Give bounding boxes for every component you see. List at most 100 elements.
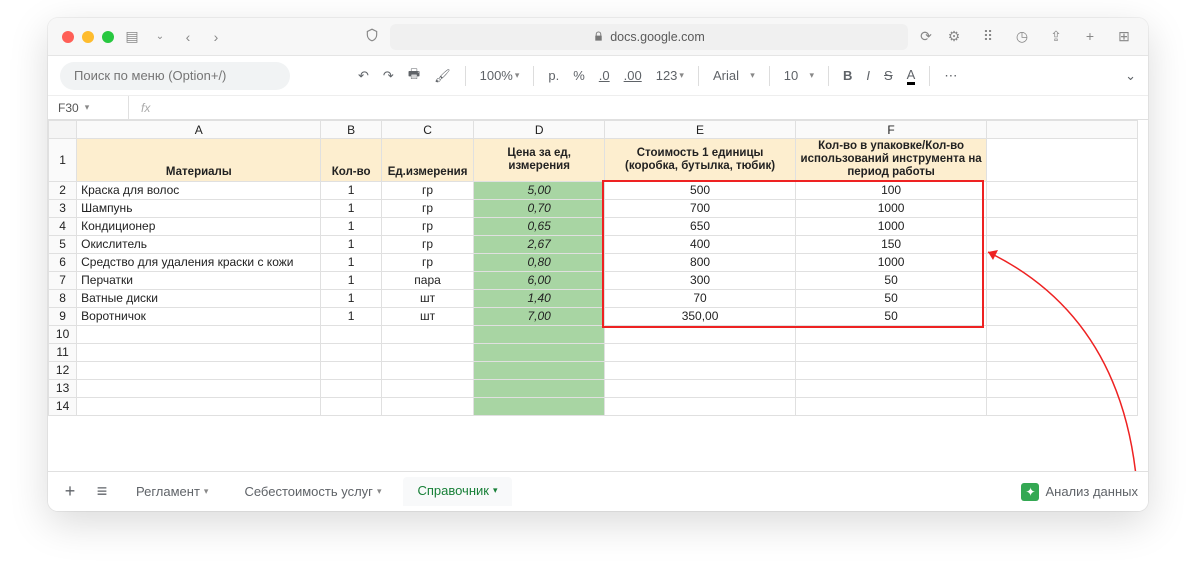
all-sheets-button[interactable]: ≡ [90,481,114,502]
cell[interactable] [987,253,1138,271]
chevron-down-icon[interactable]: ⌄ [150,31,170,42]
cell[interactable]: 1 [321,307,381,325]
cell[interactable]: 0,65 [474,217,605,235]
cell[interactable] [474,343,605,361]
col-header-c[interactable]: C [381,121,474,139]
col-header-e[interactable]: E [605,121,796,139]
cell[interactable] [77,361,321,379]
cell[interactable] [605,361,796,379]
cell[interactable] [796,343,987,361]
cell[interactable]: 100 [796,181,987,199]
reload-icon[interactable]: ⟳ [916,28,936,45]
cell[interactable]: Краска для волос [77,181,321,199]
cell[interactable]: 50 [796,271,987,289]
cell[interactable]: Средство для удаления краски с кожи [77,253,321,271]
cell[interactable] [77,343,321,361]
address-bar[interactable]: docs.google.com [390,24,908,50]
cell[interactable]: гр [381,199,474,217]
cell[interactable]: Перчатки [77,271,321,289]
sheet-tab-3[interactable]: Справочник ▾ [403,477,511,506]
cell[interactable] [605,325,796,343]
italic-button[interactable]: I [866,68,870,83]
formula-input[interactable] [150,96,1148,119]
col-header-f[interactable]: F [796,121,987,139]
paint-format-button[interactable]: 🖌 [434,68,451,84]
shield-icon[interactable] [362,28,382,45]
cell[interactable]: 150 [796,235,987,253]
cell[interactable] [987,307,1138,325]
cell[interactable]: 70 [605,289,796,307]
cell[interactable] [987,199,1138,217]
cell[interactable]: 400 [605,235,796,253]
bold-button[interactable]: B [843,68,852,83]
cell[interactable] [605,397,796,415]
fullscreen-window[interactable] [102,31,114,43]
cell[interactable]: 1 [321,289,381,307]
cell[interactable] [605,379,796,397]
decimal-increase-button[interactable]: .00 [624,68,642,83]
row-header[interactable]: 6 [49,253,77,271]
col-header-blank[interactable] [987,121,1138,139]
cell[interactable] [605,343,796,361]
select-all-corner[interactable] [49,121,77,139]
cell[interactable]: шт [381,307,474,325]
menu-search-input[interactable] [60,62,290,90]
cell[interactable] [987,397,1138,415]
cell[interactable]: 350,00 [605,307,796,325]
col-header-a[interactable]: A [77,121,321,139]
sheet-tab-2[interactable]: Себестоимость услуг ▾ [230,478,395,505]
row-header[interactable]: 9 [49,307,77,325]
print-button[interactable]: 🖶 [408,65,420,87]
cell[interactable] [987,271,1138,289]
cell[interactable]: гр [381,181,474,199]
cell[interactable]: 1 [321,271,381,289]
history-icon[interactable]: ◷ [1012,28,1032,45]
row-header[interactable]: 1 [49,139,77,182]
cell[interactable]: пара [381,271,474,289]
cell[interactable] [796,397,987,415]
row-header[interactable]: 11 [49,343,77,361]
toolbar-more-button[interactable]: ⋯ [944,68,957,84]
cell[interactable] [987,235,1138,253]
cell[interactable]: 1000 [796,199,987,217]
tabs-overview-icon[interactable]: ⊞ [1114,28,1134,45]
sheet-tab-1[interactable]: Регламент ▾ [122,478,222,505]
header-pack[interactable]: Кол-во в упаковке/Кол-во использований и… [796,139,987,182]
analysis-button[interactable]: ✦ Анализ данных [1021,483,1138,501]
sidebar-icon[interactable]: ▤ [122,28,142,45]
cell[interactable]: Кондиционер [77,217,321,235]
cell[interactable]: 0,80 [474,253,605,271]
add-sheet-button[interactable]: + [58,481,82,502]
row-header[interactable]: 5 [49,235,77,253]
cell[interactable] [796,361,987,379]
cell[interactable] [987,289,1138,307]
cell[interactable]: 6,00 [474,271,605,289]
strike-button[interactable]: S [884,68,893,83]
close-window[interactable] [62,31,74,43]
cell[interactable]: Воротничок [77,307,321,325]
cell[interactable]: 5,00 [474,181,605,199]
gear-icon[interactable]: ⚙ [944,28,964,45]
cell[interactable] [987,379,1138,397]
cell[interactable]: Окислитель [77,235,321,253]
cell[interactable] [474,361,605,379]
cell[interactable] [474,397,605,415]
cell[interactable] [987,181,1138,199]
percent-button[interactable]: % [573,68,585,83]
row-header[interactable]: 2 [49,181,77,199]
cell[interactable]: 1000 [796,217,987,235]
cell[interactable] [987,361,1138,379]
cell[interactable] [381,397,474,415]
decimal-decrease-button[interactable]: .0 [599,68,610,83]
cell[interactable] [77,325,321,343]
cell[interactable]: 1 [321,217,381,235]
row-header[interactable]: 12 [49,361,77,379]
cell[interactable] [987,343,1138,361]
cell[interactable]: 1 [321,199,381,217]
cell[interactable]: 650 [605,217,796,235]
share-icon[interactable]: ⇪ [1046,28,1066,45]
row-header[interactable]: 14 [49,397,77,415]
cell[interactable] [321,325,381,343]
header-materials[interactable]: Материалы [77,139,321,182]
cell[interactable] [796,379,987,397]
